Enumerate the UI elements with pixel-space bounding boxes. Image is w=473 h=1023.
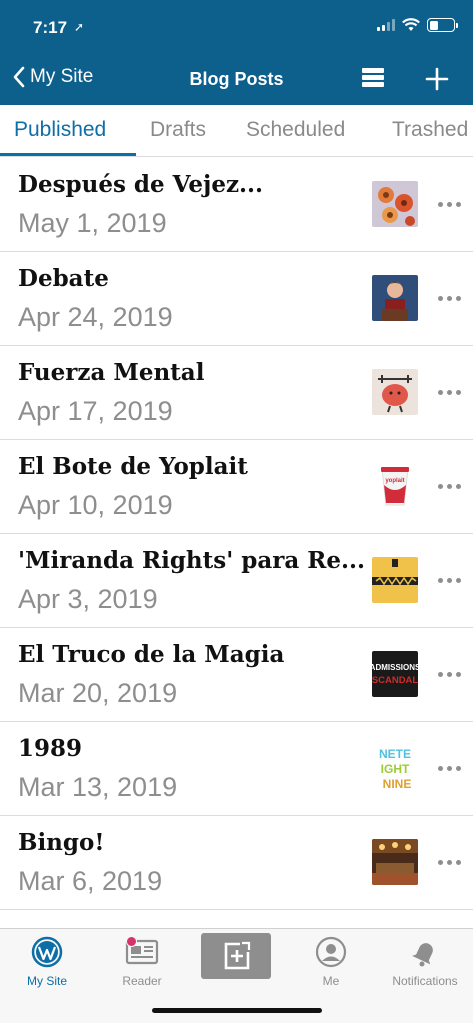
- post-title: El Truco de la Magia: [18, 641, 285, 668]
- tab-drafts[interactable]: Drafts: [150, 118, 206, 142]
- post-title: 'Miranda Rights' para Re...: [18, 547, 366, 574]
- bell-icon: [412, 943, 433, 967]
- status-time: 7:17: [33, 18, 68, 37]
- wifi-icon: [402, 18, 420, 31]
- post-thumbnail: yoplait: [372, 463, 418, 509]
- plus-icon: [425, 67, 449, 91]
- chevron-left-icon: [13, 66, 25, 88]
- more-options-button[interactable]: [438, 382, 464, 402]
- tab-me-label: Me: [322, 974, 340, 988]
- tab-scheduled[interactable]: Scheduled: [246, 118, 345, 142]
- list-item[interactable]: Debate Apr 24, 2019: [0, 252, 473, 346]
- post-title: Después de Vejez...: [18, 171, 264, 198]
- post-date: Apr 3, 2019: [18, 584, 158, 614]
- tab-trashed[interactable]: Trashed: [392, 118, 468, 142]
- battery-icon: [427, 18, 458, 32]
- tab-my-site[interactable]: My Site: [2, 933, 92, 988]
- wordpress-icon: [31, 936, 63, 968]
- back-button[interactable]: My Site: [12, 66, 93, 88]
- tab-reader-label: Reader: [122, 974, 162, 988]
- post-date: Apr 17, 2019: [18, 396, 173, 426]
- thumbnail-text-scandal: SCANDAL: [372, 675, 418, 686]
- more-options-button[interactable]: [438, 852, 464, 872]
- post-status-tabs: Published Drafts Scheduled Trashed: [0, 105, 473, 157]
- post-title: 1989: [18, 735, 83, 762]
- more-options-button[interactable]: [438, 476, 464, 496]
- more-options-button[interactable]: [438, 758, 464, 778]
- list-item[interactable]: Bingo! Mar 6, 2019: [0, 816, 473, 910]
- location-arrow-icon: ➚: [74, 20, 85, 34]
- cellular-signal-icon: [377, 19, 395, 31]
- tab-me[interactable]: Me: [286, 933, 376, 988]
- more-options-button[interactable]: [438, 288, 464, 308]
- post-date: Mar 6, 2019: [18, 866, 163, 896]
- post-thumbnail: NETE IGHT NINE: [372, 745, 418, 791]
- list-item[interactable]: El Truco de la Magia Mar 20, 2019 ADMISS…: [0, 628, 473, 722]
- tab-my-site-label: My Site: [26, 974, 67, 988]
- thumbnail-text-line3: NINE: [383, 777, 412, 791]
- reader-badge: [126, 936, 137, 947]
- add-post-button[interactable]: [424, 64, 450, 94]
- app-header: 7:17 ➚ My Site Blog Posts: [0, 0, 473, 105]
- list-item[interactable]: 'Miranda Rights' para Re... Apr 3, 2019: [0, 534, 473, 628]
- status-icons: [377, 18, 458, 32]
- nav-bar: My Site Blog Posts: [0, 56, 473, 105]
- tab-reader[interactable]: Reader: [97, 933, 187, 988]
- list-item[interactable]: Fuerza Mental Apr 17, 2019: [0, 346, 473, 440]
- more-options-button[interactable]: [438, 664, 464, 684]
- more-options-button[interactable]: [438, 194, 464, 214]
- yoplait-brand-text: yoplait: [385, 478, 404, 484]
- new-post-button[interactable]: [201, 933, 271, 979]
- back-label: My Site: [30, 66, 94, 87]
- post-thumbnail: [372, 557, 418, 603]
- post-date: Mar 20, 2019: [18, 678, 178, 708]
- post-date: Apr 24, 2019: [18, 302, 173, 332]
- post-thumbnail: [372, 369, 418, 415]
- user-icon: [315, 936, 347, 968]
- post-thumbnail: [372, 275, 418, 321]
- post-title: El Bote de Yoplait: [18, 453, 248, 480]
- list-item[interactable]: Después de Vejez... May 1, 2019: [0, 158, 473, 252]
- list-view-button[interactable]: [362, 68, 386, 92]
- status-bar: 7:17 ➚: [0, 0, 473, 56]
- post-date: Mar 13, 2019: [18, 772, 178, 802]
- post-title: Bingo!: [18, 829, 105, 856]
- post-thumbnail: [372, 181, 418, 227]
- post-title: Fuerza Mental: [18, 359, 205, 386]
- active-tab-indicator: [0, 153, 136, 156]
- post-list: Después de Vejez... May 1, 2019 Debate A…: [0, 158, 473, 910]
- more-options-button[interactable]: [438, 570, 464, 590]
- thumbnail-text-line1: NETE: [379, 747, 411, 761]
- thumbnail-text-admissions: ADMISSIONS: [372, 663, 418, 672]
- list-item[interactable]: El Bote de Yoplait Apr 10, 2019 yoplait: [0, 440, 473, 534]
- post-date: May 1, 2019: [18, 208, 167, 238]
- post-date: Apr 10, 2019: [18, 490, 173, 520]
- home-indicator: [152, 1008, 322, 1013]
- tab-published[interactable]: Published: [14, 118, 106, 142]
- post-title: Debate: [18, 265, 109, 292]
- tab-notifications-label: Notifications: [392, 974, 458, 988]
- tab-notifications[interactable]: Notifications: [380, 933, 470, 988]
- post-thumbnail: [372, 839, 418, 885]
- post-thumbnail: ADMISSIONS SCANDAL: [372, 651, 418, 697]
- list-item[interactable]: 1989 Mar 13, 2019 NETE IGHT NINE: [0, 722, 473, 816]
- thumbnail-text-line2: IGHT: [381, 762, 410, 776]
- new-post-icon: [224, 941, 251, 970]
